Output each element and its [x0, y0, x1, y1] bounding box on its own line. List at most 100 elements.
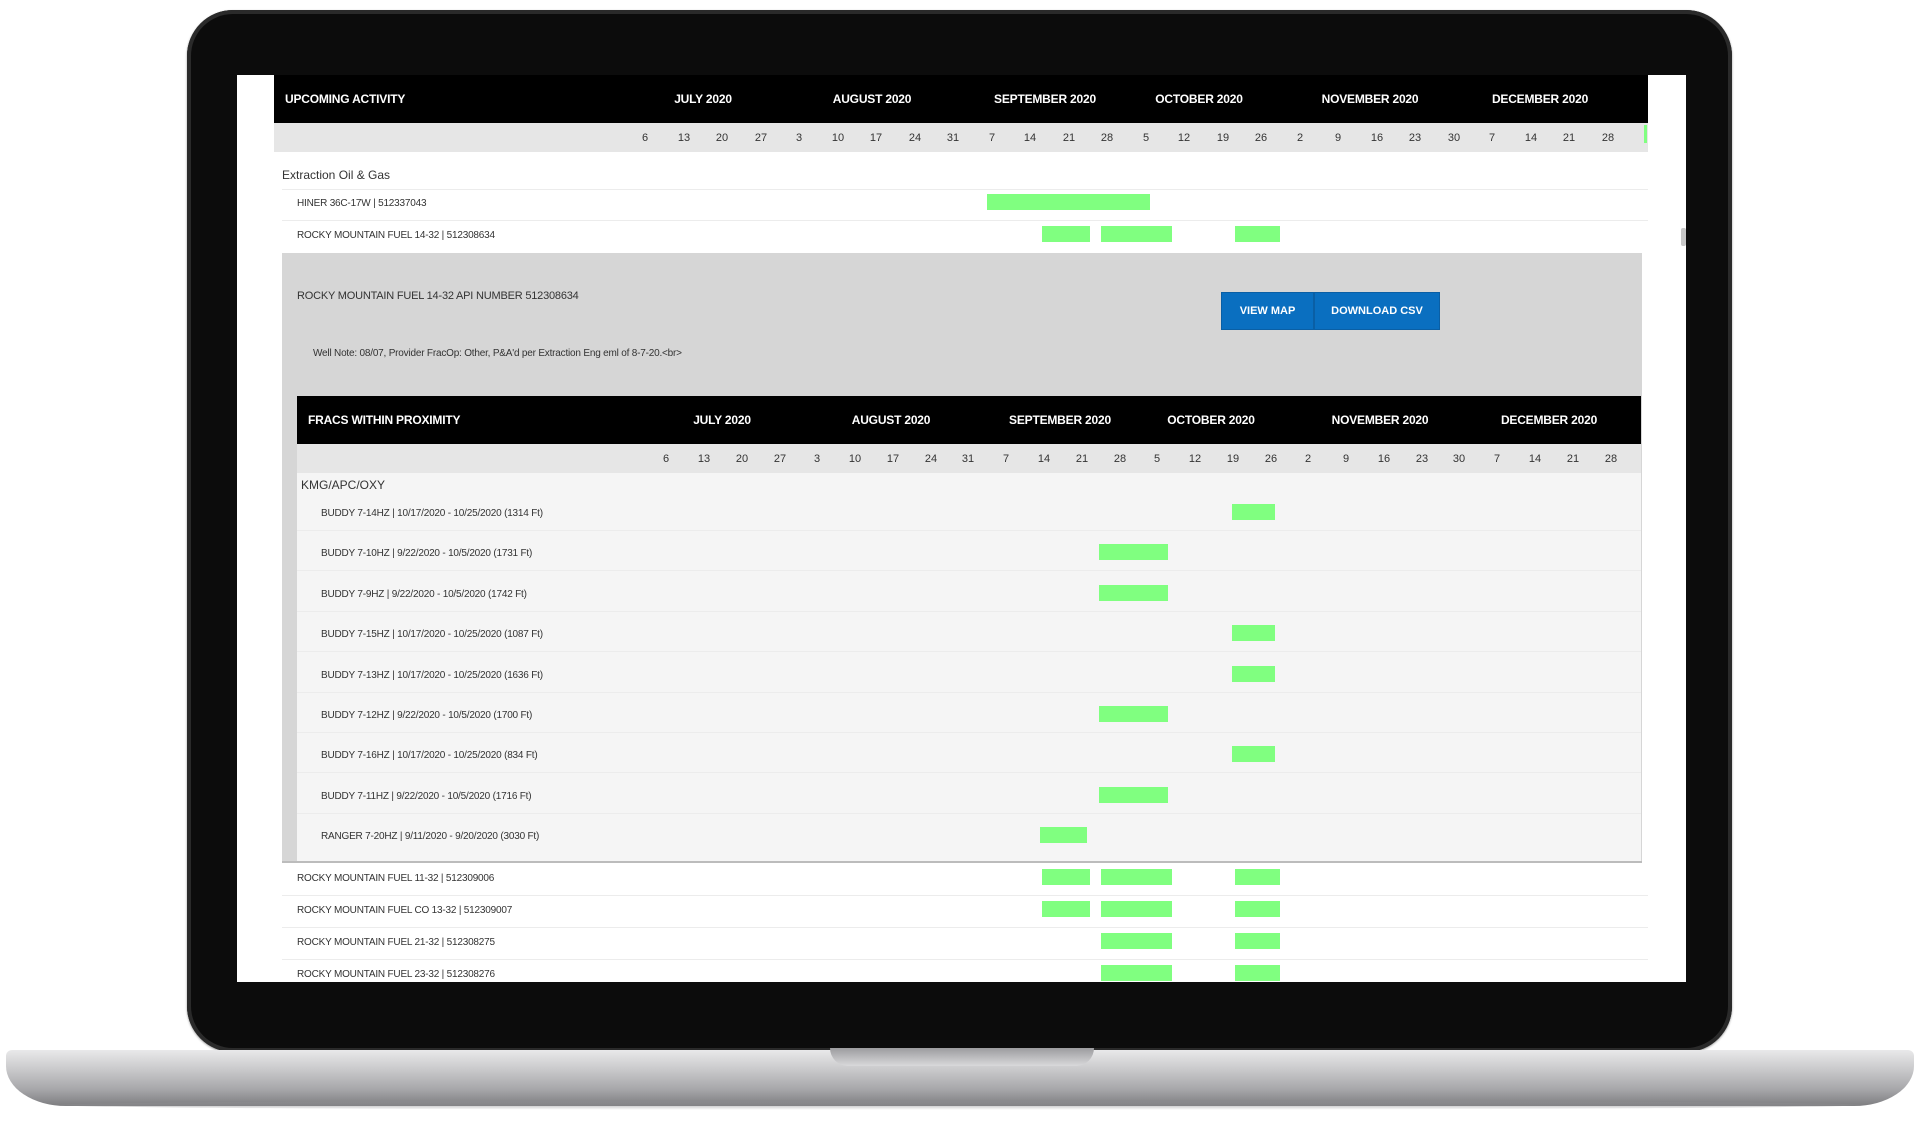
week-label: 19 — [1216, 131, 1230, 144]
row-divider — [282, 189, 1648, 190]
frac-row-label[interactable]: BUDDY 7-15HZ | 10/17/2020 - 10/25/2020 (… — [321, 629, 543, 640]
fracs-title: FRACS WITHIN PROXIMITY — [308, 413, 461, 427]
row-divider — [282, 220, 1648, 221]
week-label: 13 — [697, 452, 711, 465]
week-label: 28 — [1604, 452, 1618, 465]
week-label: 7 — [1493, 452, 1501, 465]
row-divider — [282, 927, 1648, 928]
month-label: DECEMBER 2020 — [1500, 413, 1598, 427]
upcoming-header: UPCOMING ACTIVITY JULY 2020 AUGUST 2020 … — [274, 75, 1648, 123]
month-label: SEPTEMBER 2020 — [1009, 413, 1111, 427]
well-row-label[interactable]: HINER 36C-17W | 512337043 — [297, 198, 427, 209]
well-row-label[interactable]: ROCKY MOUNTAIN FUEL 14-32 | 512308634 — [297, 230, 495, 241]
week-label: 21 — [1562, 131, 1576, 144]
week-label: 13 — [677, 131, 691, 144]
week-label: 6 — [662, 452, 670, 465]
frac-bar — [1099, 544, 1168, 560]
today-marker — [1644, 125, 1647, 143]
activity-bar — [1235, 226, 1280, 242]
row-divider — [297, 692, 1641, 693]
upcoming-week-row: 6 13 20 27 3 10 17 24 31 7 14 21 28 5 12… — [274, 123, 1648, 152]
frac-row-label[interactable]: BUDDY 7-12HZ | 9/22/2020 - 10/5/2020 (17… — [321, 710, 532, 721]
week-label: 24 — [924, 452, 938, 465]
frac-row-label[interactable]: BUDDY 7-11HZ | 9/22/2020 - 10/5/2020 (17… — [321, 791, 532, 802]
row-divider — [297, 772, 1641, 773]
month-label: DECEMBER 2020 — [1491, 92, 1589, 106]
frac-bar — [1099, 585, 1168, 601]
month-label: OCTOBER 2020 — [1155, 92, 1243, 106]
frac-row-label[interactable]: BUDDY 7-14HZ | 10/17/2020 - 10/25/2020 (… — [321, 508, 543, 519]
activity-bar — [1101, 901, 1172, 917]
frac-bar — [1232, 746, 1275, 762]
frac-row-label[interactable]: RANGER 7-20HZ | 9/11/2020 - 9/20/2020 (3… — [321, 831, 539, 842]
week-label: 31 — [946, 131, 960, 144]
week-label: 21 — [1062, 131, 1076, 144]
well-note: Well Note: 08/07, Provider FracOp: Other… — [313, 348, 682, 359]
week-label: 10 — [831, 131, 845, 144]
frac-row-label[interactable]: BUDDY 7-9HZ | 9/22/2020 - 10/5/2020 (174… — [321, 589, 527, 600]
week-label: 3 — [795, 131, 803, 144]
laptop-base-shadow — [60, 1100, 1860, 1110]
well-row-label[interactable]: ROCKY MOUNTAIN FUEL 23-32 | 512308276 — [297, 969, 495, 980]
frac-bar — [1232, 625, 1275, 641]
frac-bar — [1099, 787, 1168, 803]
row-divider — [297, 813, 1641, 814]
upcoming-title: UPCOMING ACTIVITY — [285, 92, 406, 106]
frac-row-label[interactable]: BUDDY 7-16HZ | 10/17/2020 - 10/25/2020 (… — [321, 750, 538, 761]
week-label: 9 — [1334, 131, 1342, 144]
page-scrollbar[interactable] — [1681, 228, 1686, 246]
week-label: 17 — [869, 131, 883, 144]
activity-bar — [1042, 901, 1090, 917]
week-label: 21 — [1566, 452, 1580, 465]
frac-bar — [1040, 827, 1087, 843]
view-map-button[interactable]: VIEW MAP — [1221, 292, 1314, 330]
fracs-body — [297, 473, 1641, 861]
week-label: 7 — [1002, 452, 1010, 465]
week-label: 26 — [1264, 452, 1278, 465]
row-divider — [297, 530, 1641, 531]
row-divider — [297, 611, 1641, 612]
frac-bar — [1099, 706, 1168, 722]
frac-row-label[interactable]: BUDDY 7-13HZ | 10/17/2020 - 10/25/2020 (… — [321, 670, 543, 681]
row-divider — [297, 651, 1641, 652]
activity-bar — [987, 194, 1150, 210]
week-label: 27 — [773, 452, 787, 465]
download-csv-button[interactable]: DOWNLOAD CSV — [1314, 292, 1440, 330]
row-divider — [282, 895, 1648, 896]
week-label: 5 — [1142, 131, 1150, 144]
row-divider — [297, 570, 1641, 571]
month-label: SEPTEMBER 2020 — [994, 92, 1096, 106]
activity-bar — [1101, 933, 1172, 949]
week-label: 20 — [715, 131, 729, 144]
screen: UPCOMING ACTIVITY JULY 2020 AUGUST 2020 … — [237, 75, 1686, 982]
well-row-label[interactable]: ROCKY MOUNTAIN FUEL 21-32 | 512308275 — [297, 937, 495, 948]
week-label: 23 — [1408, 131, 1422, 144]
operator-name: Extraction Oil & Gas — [282, 168, 391, 182]
month-label: AUGUST 2020 — [851, 413, 931, 427]
week-label: 3 — [813, 452, 821, 465]
week-label: 10 — [848, 452, 862, 465]
frac-row-label[interactable]: BUDDY 7-10HZ | 9/22/2020 - 10/5/2020 (17… — [321, 548, 532, 559]
activity-bar — [1101, 869, 1172, 885]
week-label: 30 — [1452, 452, 1466, 465]
week-label: 19 — [1226, 452, 1240, 465]
week-label: 12 — [1177, 131, 1191, 144]
week-label: 28 — [1601, 131, 1615, 144]
row-divider — [282, 959, 1648, 960]
week-label: 7 — [1488, 131, 1496, 144]
well-row-label[interactable]: ROCKY MOUNTAIN FUEL CO 13-32 | 512309007 — [297, 905, 512, 916]
week-label: 5 — [1153, 452, 1161, 465]
week-label: 28 — [1100, 131, 1114, 144]
activity-bar — [1235, 901, 1280, 917]
well-row-label[interactable]: ROCKY MOUNTAIN FUEL 11-32 | 512309006 — [297, 873, 494, 884]
week-label: 26 — [1254, 131, 1268, 144]
frac-group-name: KMG/APC/OXY — [301, 478, 386, 492]
row-divider — [297, 732, 1641, 733]
week-label: 30 — [1447, 131, 1461, 144]
week-label: 14 — [1524, 131, 1538, 144]
month-label: JULY 2020 — [693, 413, 751, 427]
week-label: 6 — [641, 131, 649, 144]
fracs-header: FRACS WITHIN PROXIMITY JULY 2020 AUGUST … — [297, 396, 1641, 444]
week-label: 21 — [1075, 452, 1089, 465]
activity-bar — [1042, 869, 1090, 885]
